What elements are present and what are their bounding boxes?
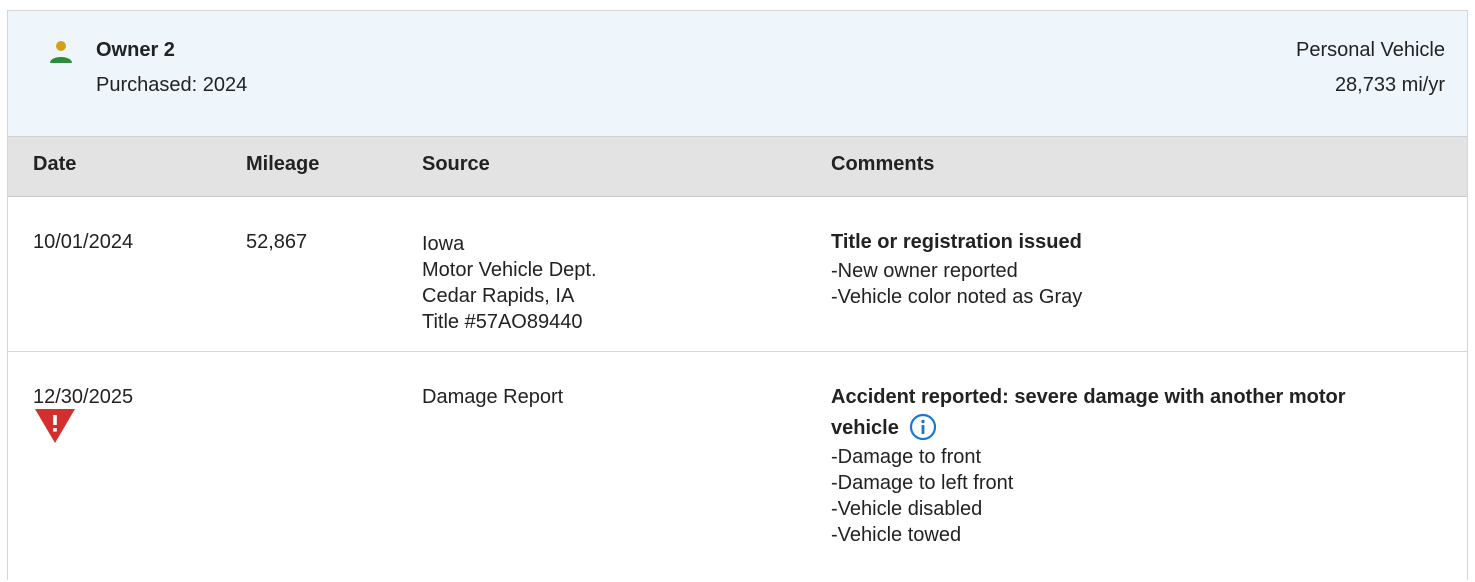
comment-item: -Damage to front — [831, 446, 982, 468]
table-row: 12/30/2025 Damage Report Accident report… — [8, 352, 1467, 582]
source-line: Iowa — [422, 233, 465, 255]
annual-mileage: 28,733 mi/yr — [1334, 74, 1445, 96]
row-mileage: 52,867 — [246, 231, 308, 253]
owner-header: Owner 2 Purchased: 2024 Personal Vehicle… — [8, 11, 1467, 137]
column-header-date: Date — [33, 153, 77, 175]
comment-item: -Vehicle disabled — [831, 498, 983, 520]
warning-triangle-icon — [35, 409, 75, 443]
row-comments: Title or registration issued -New owner … — [831, 227, 1451, 310]
comment-item: -New owner reported — [831, 260, 1018, 282]
owner-name: Owner 2 — [96, 39, 175, 61]
row-comments: Accident reported: severe damage with an… — [831, 382, 1451, 548]
source-line: Motor Vehicle Dept. — [422, 259, 597, 281]
source-line: Cedar Rapids, IA — [422, 285, 575, 307]
comment-item: -Damage to left front — [831, 472, 1014, 494]
comment-title: Accident reported: severe damage with an… — [831, 386, 1346, 408]
info-icon[interactable] — [909, 413, 937, 441]
column-header-source: Source — [422, 153, 490, 175]
source-line: Title #57AO89440 — [422, 311, 583, 333]
comment-title-text: vehicle — [831, 417, 899, 439]
row-source: Damage Report — [422, 384, 563, 410]
owner-purchased-year: Purchased: 2024 — [96, 74, 248, 96]
row-date: 10/01/2024 — [33, 231, 134, 253]
comment-item: -Vehicle towed — [831, 524, 962, 546]
vehicle-type: Personal Vehicle — [1296, 39, 1445, 61]
owner-history-card: Owner 2 Purchased: 2024 Personal Vehicle… — [7, 10, 1468, 580]
person-icon — [50, 41, 72, 63]
comment-item: -Vehicle color noted as Gray — [831, 286, 1083, 308]
table-row: 10/01/2024 52,867 Iowa Motor Vehicle Dep… — [8, 197, 1467, 352]
column-header-mileage: Mileage — [246, 153, 320, 175]
column-header-comments: Comments — [831, 153, 935, 175]
comment-title: Title or registration issued — [831, 231, 1082, 253]
row-source: Iowa Motor Vehicle Dept. Cedar Rapids, I… — [422, 231, 597, 335]
source-line: Damage Report — [422, 386, 564, 408]
table-header: Date Mileage Source Comments — [8, 137, 1467, 197]
comment-title-line2: vehicle — [831, 413, 1451, 444]
